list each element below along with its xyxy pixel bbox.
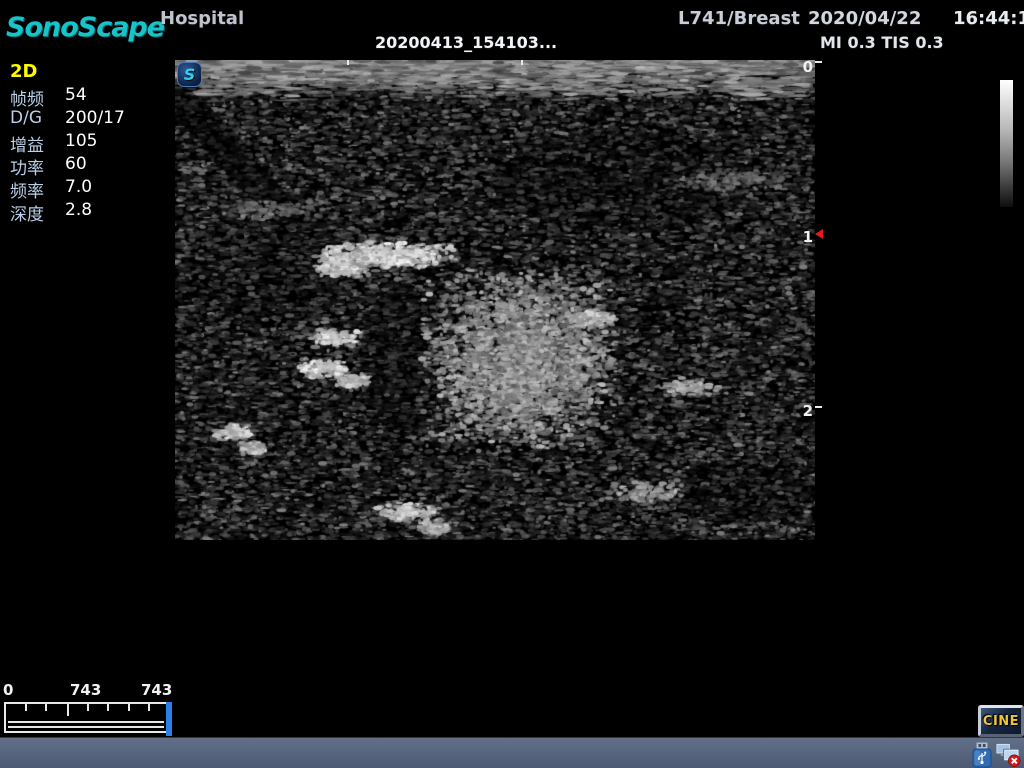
param-value: 54 [65,85,87,105]
network-disconnected-icon[interactable] [995,741,1021,768]
depth-label-2: 2 [799,402,813,420]
param-row-dg: D/G 200/17 [0,108,170,131]
b-mode-speckle-canvas [175,60,815,540]
cine-total-label: 743 [141,681,172,699]
cine-track-line [8,721,164,723]
param-value: 60 [65,154,87,174]
depth-tick-2 [815,406,822,408]
param-value: 7.0 [65,177,92,197]
param-row-framerate: 帧频 54 [0,85,170,108]
usb-icon[interactable] [969,741,995,768]
param-row-gain: 增益 105 [0,131,170,154]
cine-position-cursor[interactable] [166,702,172,736]
cine-progress-track[interactable] [4,702,170,733]
param-label: D/G [10,108,42,128]
param-value: 2.8 [65,200,92,220]
cine-start-label: 0 [3,681,13,699]
top-scale-tick [521,60,523,65]
focus-marker-icon[interactable] [815,229,823,239]
param-row-frequency: 频率 7.0 [0,177,170,200]
depth-label-0: 0 [799,58,813,76]
param-label: 增益 [10,131,44,156]
hospital-name: Hospital [160,8,244,29]
param-row-power: 功率 60 [0,154,170,177]
title-bar: SonoScape Hospital L741/Breast 2020/04/2… [0,0,1024,57]
cine-tick [45,704,47,711]
cine-tick [25,704,27,711]
system-date: 2020/04/22 [808,8,921,29]
param-label: 频率 [10,177,44,202]
ultrasound-workstation: SonoScape Hospital L741/Breast 2020/04/2… [0,0,1024,768]
cine-tick-major [67,704,69,716]
orientation-marker: S [177,62,202,87]
probe-preset: L741/Breast [678,8,800,29]
param-label: 帧频 [10,85,44,110]
param-label: 功率 [10,154,44,179]
exam-id: 20200413_154103... [375,33,557,52]
param-value: 200/17 [65,108,125,128]
cine-track-line [8,726,164,728]
depth-label-1: 1 [799,228,813,246]
cine-tick [148,704,150,711]
cine-button[interactable]: CINE [978,705,1024,737]
sonoscape-logo: SonoScape [6,12,164,43]
depth-tick-0 [815,61,822,63]
status-bar [0,737,1024,768]
param-value: 105 [65,131,97,151]
param-row-depth: 深度 2.8 [0,200,170,223]
acoustic-output-indicator: MI 0.3 TIS 0.3 [820,33,944,52]
cine-tick [107,704,109,711]
ultrasound-image[interactable]: S [175,60,815,540]
param-label: 深度 [10,200,44,225]
cine-current-label: 743 [70,681,101,699]
cine-tick [87,704,89,711]
mode-label: 2D [10,61,37,82]
grayscale-map-bar [1000,80,1013,207]
system-time: 16:44:19 [953,8,1024,29]
cine-tick [128,704,130,711]
top-scale-tick [347,60,349,65]
